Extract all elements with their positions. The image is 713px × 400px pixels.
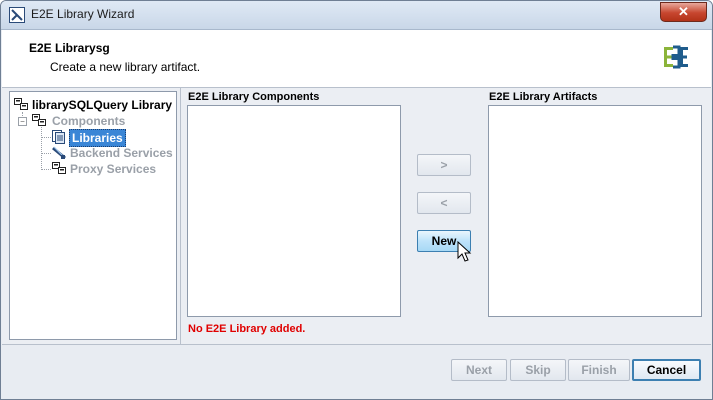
tree-item-root[interactable]: librarySQLQuery Library: [14, 97, 174, 113]
finish-button[interactable]: Finish: [568, 359, 630, 381]
tree-item-libraries[interactable]: Libraries: [52, 129, 172, 147]
wizard-window: E2E Library Wizard ✕ E2E Librarysg Creat…: [0, 0, 713, 400]
libraries-icon: [52, 130, 65, 144]
title-bar[interactable]: E2E Library Wizard ✕: [1, 1, 712, 30]
panel-divider[interactable]: [180, 88, 181, 344]
remove-from-artifacts-button[interactable]: <: [417, 192, 471, 214]
tree-item-components-label: Components: [52, 114, 126, 128]
app-icon: [9, 7, 25, 23]
skip-button[interactable]: Skip: [510, 359, 566, 381]
e2e-logo-icon: [664, 45, 688, 69]
tree-item-proxy-services-label: Proxy Services: [70, 162, 157, 176]
tree-item-backend-services[interactable]: Backend Services: [52, 145, 176, 161]
tree-connector: [41, 137, 51, 138]
library-icon: [14, 98, 28, 110]
artifacts-list[interactable]: [488, 105, 702, 317]
library-tree[interactable]: librarySQLQuery Library − Components Lib…: [9, 91, 177, 340]
mouse-pointer-icon: [457, 241, 472, 262]
cancel-button[interactable]: Cancel: [632, 359, 701, 381]
page-subtitle: Create a new library artifact.: [50, 60, 201, 74]
add-to-artifacts-button[interactable]: >: [417, 154, 471, 176]
tree-connector: [41, 169, 51, 170]
next-button[interactable]: Next: [451, 359, 507, 381]
wizard-body: librarySQLQuery Library − Components Lib…: [2, 88, 711, 345]
page-title: E2E Librarysg: [29, 41, 110, 55]
close-button[interactable]: ✕: [660, 2, 707, 22]
window-title: E2E Library Wizard: [31, 7, 135, 21]
status-error-message: No E2E Library added.: [188, 323, 306, 335]
artifacts-list-label: E2E Library Artifacts: [489, 91, 598, 103]
tree-item-root-label: librarySQLQuery Library: [32, 98, 173, 112]
backend-services-icon: [52, 146, 66, 160]
components-icon: [32, 114, 46, 126]
tree-connector: [41, 153, 51, 154]
tree-item-components[interactable]: Components: [32, 113, 172, 129]
tree-item-backend-services-label: Backend Services: [70, 146, 173, 160]
proxy-services-icon: [52, 162, 66, 174]
components-list-label: E2E Library Components: [188, 91, 320, 103]
tree-connector: [41, 122, 42, 170]
collapse-icon[interactable]: −: [18, 117, 27, 126]
components-list[interactable]: [187, 105, 401, 317]
wizard-header: E2E Librarysg Create a new library artif…: [2, 30, 711, 88]
tree-item-proxy-services[interactable]: Proxy Services: [52, 161, 176, 177]
